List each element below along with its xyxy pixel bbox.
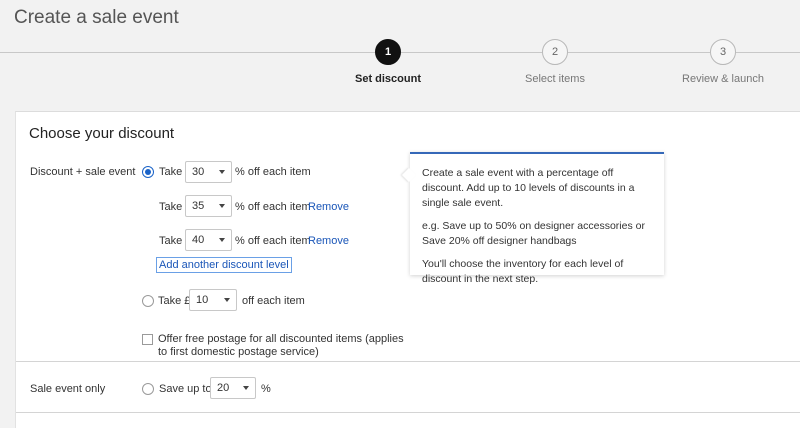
- percent-text: %: [261, 383, 271, 395]
- step-number: 1: [375, 39, 401, 65]
- percent-off-text: % off each item: [235, 235, 311, 247]
- stepper-line: [0, 52, 375, 53]
- free-postage-checkbox[interactable]: [142, 334, 153, 345]
- select-value: 10: [196, 294, 209, 306]
- progress-stepper: 1 Set discount 2 Select items 3 Review &…: [0, 38, 800, 88]
- select-value: 35: [192, 200, 205, 212]
- select-value: 20: [217, 382, 230, 394]
- step-number: 3: [710, 39, 736, 65]
- chevron-down-icon: [219, 170, 225, 174]
- chevron-down-icon: [243, 386, 249, 390]
- percent-off-text: % off each item: [235, 201, 311, 213]
- free-postage-text-line2: to first domestic postage service): [158, 346, 319, 358]
- save-up-to-select[interactable]: 20: [210, 377, 256, 399]
- free-postage-text-line1: Offer free postage for all discounted it…: [158, 333, 404, 345]
- discount-sale-label: Discount + sale event: [30, 166, 136, 178]
- tooltip-paragraph-3: You'll choose the inventory for each lev…: [422, 258, 624, 285]
- percent-off-text: % off each item: [235, 166, 311, 178]
- sale-event-only-radio[interactable]: [142, 383, 154, 395]
- discount-help-tooltip: Create a sale event with a percentage of…: [410, 152, 664, 285]
- card-heading: Choose your discount: [29, 125, 175, 142]
- sale-event-only-label: Sale event only: [30, 383, 106, 395]
- remove-level-2-link[interactable]: Remove: [308, 201, 349, 213]
- discount-level-3-select[interactable]: 40: [185, 229, 232, 251]
- take-text: Take: [159, 201, 183, 213]
- save-up-to-text: Save up to: [159, 383, 212, 395]
- step-select-items: 2 Select items: [495, 38, 615, 85]
- step-label: Select items: [525, 73, 585, 85]
- fixed-amount-radio[interactable]: [142, 295, 154, 307]
- step-label: Review & launch: [682, 73, 764, 85]
- remove-level-3-link[interactable]: Remove: [308, 235, 349, 247]
- discount-card: Choose your discount Discount + sale eve…: [15, 111, 800, 428]
- fixed-amount-select[interactable]: 10: [189, 289, 237, 311]
- step-label: Set discount: [354, 73, 421, 85]
- discount-sale-radio[interactable]: [142, 166, 154, 178]
- tooltip-paragraph-2: e.g. Save up to 50% on designer accessor…: [422, 220, 645, 247]
- add-discount-level-link[interactable]: Add another discount level: [156, 257, 292, 273]
- chevron-down-icon: [219, 238, 225, 242]
- take-pound-text: Take £: [158, 295, 191, 307]
- take-text: Take: [159, 166, 183, 178]
- page-title: Create a sale event: [14, 7, 179, 28]
- step-review-launch: 3 Review & launch: [663, 38, 783, 85]
- discount-level-1-select[interactable]: 30: [185, 161, 232, 183]
- chevron-down-icon: [224, 298, 230, 302]
- step-number: 2: [542, 39, 568, 65]
- chevron-down-icon: [219, 204, 225, 208]
- select-value: 30: [192, 166, 205, 178]
- take-text: Take: [159, 235, 183, 247]
- section-divider: [16, 361, 800, 362]
- select-value: 40: [192, 234, 205, 246]
- step-set-discount: 1 Set discount: [328, 38, 448, 85]
- off-each-item-text: off each item: [242, 295, 305, 307]
- discount-level-2-select[interactable]: 35: [185, 195, 232, 217]
- section-divider: [16, 412, 800, 413]
- tooltip-paragraph-1: Create a sale event with a percentage of…: [422, 167, 635, 209]
